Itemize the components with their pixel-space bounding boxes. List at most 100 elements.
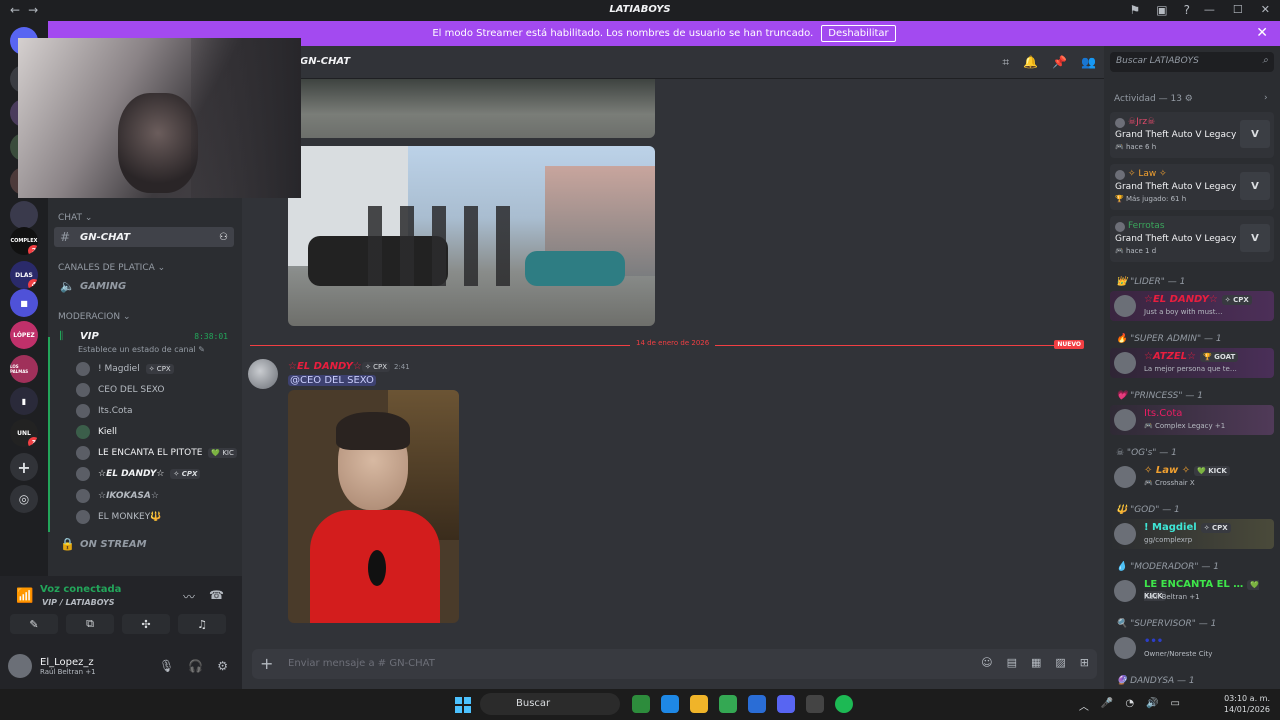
disable-streamer-button[interactable]: Deshabilitar (821, 25, 896, 42)
voice-user[interactable]: Kiell (76, 422, 117, 442)
inbox-icon[interactable]: ▣ (1156, 3, 1167, 17)
headphones-icon[interactable]: 🎧 (188, 659, 203, 673)
bell-icon[interactable]: 🔔 (1023, 55, 1038, 70)
soundboard-button[interactable]: ♫ (178, 614, 226, 634)
screen-share-button[interactable]: ⧉ (66, 614, 114, 634)
invite-icon[interactable]: ⚇ (219, 232, 228, 243)
voice-user[interactable]: CEO DEL SEXO (76, 380, 164, 400)
settings-icon[interactable]: ⚙ (217, 659, 228, 673)
server-dlas[interactable]: DLAS 4 (10, 261, 38, 289)
category-platica[interactable]: CANALES DE PLATICA ⌄ (58, 263, 165, 273)
spotify-icon[interactable] (835, 695, 853, 713)
game-icon: V (1240, 224, 1270, 252)
message-composer[interactable]: + Enviar mensaje a # GN-CHAT ☺ ▤ ▦ ▨ ⊞ (252, 649, 1097, 679)
mic-icon[interactable]: 🎙 (159, 659, 174, 673)
threads-icon[interactable]: ⌗ (1002, 55, 1009, 70)
voice-channel[interactable]: VIP / LATIABOYS (42, 598, 115, 607)
start-icon[interactable] (455, 697, 471, 713)
app-icon[interactable] (806, 695, 824, 713)
voice-user[interactable]: ☆IKOKASA☆ (76, 486, 159, 506)
help-icon[interactable]: ? (1184, 3, 1190, 17)
taskbar-search[interactable]: Buscar (480, 693, 620, 715)
member-item[interactable]: ! Magdiel ✧ CPX gg/complexrp (1110, 519, 1274, 549)
avatar (1114, 352, 1136, 374)
activities-button[interactable]: ✣ (122, 614, 170, 634)
image-attachment[interactable] (288, 146, 655, 326)
add-server-icon[interactable]: + (10, 453, 38, 481)
member-item[interactable]: ✧ Law ✧ 💚 KICK 🎮 Crosshair X (1110, 462, 1274, 492)
avatar (1114, 523, 1136, 545)
voice-user[interactable]: ☆EL DANDY☆ ✧ CPX (76, 464, 201, 484)
mail-icon[interactable] (748, 695, 766, 713)
gift-icon[interactable]: ☺ (981, 656, 992, 669)
voice-user[interactable]: ! Magdiel ✧ CPX (76, 359, 174, 379)
channel-gn-chat[interactable]: # GN-CHAT ⚇ (54, 227, 234, 247)
noise-suppression-icon[interactable]: 〰 (183, 588, 195, 605)
server-unl[interactable]: UNL 3 (10, 419, 38, 447)
server-icon[interactable]: ▮ (10, 387, 38, 415)
avatar[interactable] (248, 359, 278, 389)
gif-icon[interactable]: ▤ (1007, 656, 1017, 669)
member-item[interactable]: ••• Owner/Noreste City (1110, 633, 1274, 663)
signal-icon[interactable]: 📶 (16, 588, 33, 604)
explorer-icon[interactable] (690, 695, 708, 713)
attach-icon[interactable]: + (260, 654, 273, 673)
discord-icon[interactable] (777, 695, 795, 713)
close-window-button[interactable]: ✕ (1261, 3, 1270, 16)
server-lopez[interactable]: LÓPEZ (10, 321, 38, 349)
activity-header: Actividad — 13 ⚙ › (1114, 93, 1268, 104)
discover-icon[interactable]: ◎ (10, 485, 38, 513)
activity-card[interactable]: ☠Jrz☠ Grand Theft Auto V Legacy 🎮 hace 6… (1110, 112, 1274, 158)
composer-placeholder: Enviar mensaje a # GN-CHAT (288, 658, 435, 669)
channel-gaming[interactable]: 🔈 GAMING (54, 276, 234, 296)
server-los-palmas[interactable]: LOS PALMAS (10, 355, 38, 383)
apps-icon[interactable]: ⊞ (1080, 656, 1089, 669)
member-list-icon[interactable]: 👥 (1081, 55, 1096, 70)
user-mention[interactable]: @CEO DEL SEXO (288, 375, 376, 386)
close-banner-icon[interactable]: ✕ (1256, 25, 1268, 41)
maximize-button[interactable]: ☐ (1233, 3, 1243, 16)
chrome-icon[interactable] (719, 695, 737, 713)
voice-user[interactable]: EL MONKEY🔱 (76, 507, 161, 527)
activity-card[interactable]: Ferrotas Grand Theft Auto V Legacy 🎮 hac… (1110, 216, 1274, 262)
category-chat[interactable]: CHAT ⌄ (58, 213, 92, 223)
folder-icon[interactable]: ■ (10, 289, 38, 317)
image-attachment[interactable] (288, 79, 655, 138)
wifi-icon[interactable]: ◔ (1125, 698, 1134, 713)
server-icon[interactable] (10, 201, 38, 229)
member-list: Buscar LATIABOYS ⌕ Actividad — 13 ⚙ › ☠Jr… (1104, 46, 1280, 689)
message-author[interactable]: ☆EL DANDY☆ (288, 361, 362, 372)
member-item[interactable]: Its.Cota 🎮 Complex Legacy +1 (1110, 405, 1274, 435)
chevron-up-icon[interactable]: ︿ (1079, 698, 1089, 713)
streamer-banner-text: El modo Streamer está habilitado. Los no… (432, 28, 814, 39)
category-moderacion[interactable]: MODERACION ⌄ (58, 312, 131, 322)
volume-icon[interactable]: 🔊 (1146, 698, 1158, 713)
voice-user[interactable]: Its.Cota (76, 401, 133, 421)
camera-off-button[interactable]: ✎ (10, 614, 58, 634)
member-item[interactable]: LE ENCANTA EL … 💚 KICK Raúl Beltran +1 (1110, 576, 1274, 606)
chevron-right-icon[interactable]: › (1264, 93, 1268, 103)
mic-tray-icon[interactable]: 🎤 (1101, 698, 1113, 713)
server-complex[interactable]: COMPLEX 2 (10, 227, 38, 255)
clock[interactable]: 03:10 a. m. 14/01/2026 (1224, 693, 1270, 715)
minimize-button[interactable]: — (1204, 3, 1215, 16)
disconnect-icon[interactable]: ☎ (209, 588, 224, 605)
sticker-icon[interactable]: ▦ (1031, 656, 1041, 669)
member-item[interactable]: ☆ATZEL☆ 🏆 GOAT La mejor persona que te… (1110, 348, 1274, 378)
voice-user[interactable]: LE ENCANTA EL PITOTE 💚 KIC (76, 443, 237, 463)
flag-icon[interactable]: ⚑ (1130, 3, 1141, 17)
pin-icon[interactable]: 📌 (1052, 55, 1067, 70)
activity-card[interactable]: ✧ Law ✧ Grand Theft Auto V Legacy 🏆 Más … (1110, 164, 1274, 210)
image-attachment[interactable] (288, 390, 459, 623)
channel-status-prompt[interactable]: Establece un estado de canal ✎ (78, 345, 205, 354)
avatar[interactable] (8, 654, 32, 678)
member-item[interactable]: ☆EL DANDY☆ ✧ CPX Just a boy with must… (1110, 291, 1274, 321)
channel-on-stream[interactable]: 🔒 ON STREAM (54, 534, 234, 554)
search-input[interactable]: Buscar LATIABOYS ⌕ (1110, 52, 1274, 72)
emoji-icon[interactable]: ▨ (1055, 656, 1065, 669)
battery-icon[interactable]: ▭ (1171, 698, 1180, 713)
edge-icon[interactable] (661, 695, 679, 713)
app-icon[interactable] (632, 695, 650, 713)
voice-connection-line (48, 337, 50, 532)
channel-vip[interactable]: 𝄃 VIP 8:38:01 (54, 326, 234, 346)
